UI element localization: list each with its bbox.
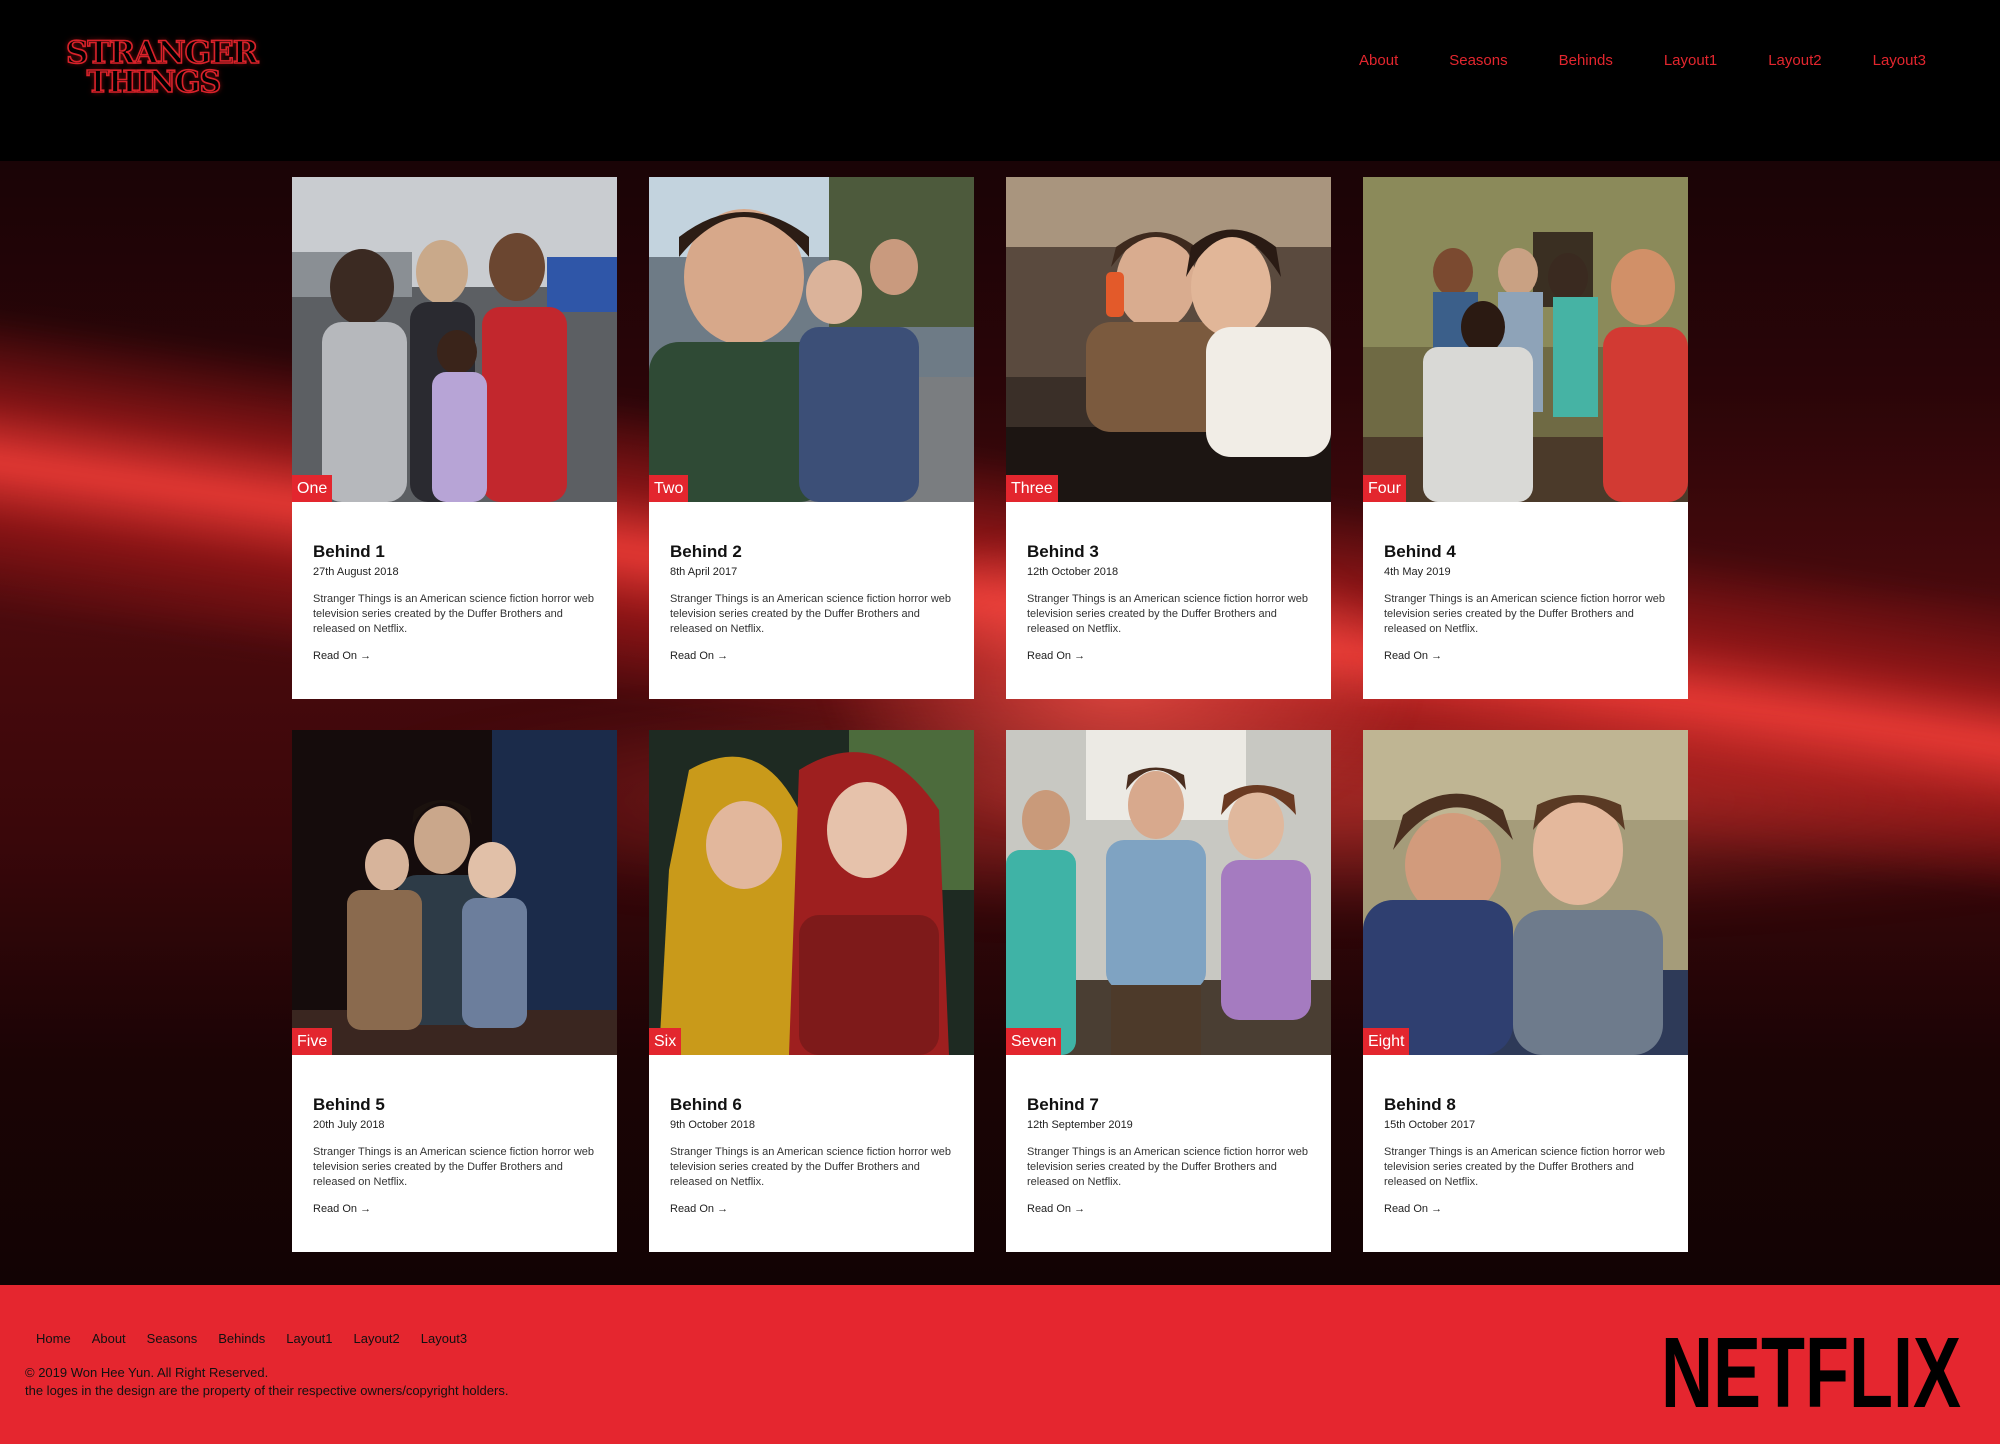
- copyright-text: © 2019 Won Hee Yun. All Right Reserved. …: [25, 1364, 508, 1400]
- card-description: Stranger Things is an American science f…: [1384, 593, 1666, 635]
- behind-card-3[interactable]: Three Behind 3 12th October 2018 Strange…: [1006, 177, 1331, 699]
- card-title[interactable]: Behind 3: [1027, 542, 1311, 562]
- netflix-logo-text: NETFLIX: [1661, 1327, 1961, 1415]
- behind-card-1[interactable]: One Behind 1 27th August 2018 Stranger T…: [292, 177, 617, 699]
- netflix-logo[interactable]: NETFLIX: [1660, 1327, 1962, 1415]
- behind-card-8[interactable]: Eight Behind 8 15th October 2017 Strange…: [1363, 730, 1688, 1252]
- card-number-badge: Six: [649, 1028, 682, 1055]
- behind-card-7[interactable]: Seven Behind 7 12th September 2019 Stran…: [1006, 730, 1331, 1252]
- behind-card-5[interactable]: Five Behind 5 20th July 2018 Stranger Th…: [292, 730, 617, 1252]
- card-number-badge: Four: [1363, 475, 1406, 502]
- footer-nav-seasons[interactable]: Seasons: [147, 1331, 198, 1346]
- behind-card-4[interactable]: Four Behind 4 4th May 2019 Stranger Thin…: [1363, 177, 1688, 699]
- card-number-badge: One: [292, 475, 333, 502]
- card-description: Stranger Things is an American science f…: [1027, 593, 1309, 635]
- behind-photo-7: [1006, 730, 1331, 1055]
- read-on-link[interactable]: Read On →: [1384, 1202, 1668, 1216]
- behind-photo-6: [649, 730, 974, 1055]
- card-date: 20th July 2018: [313, 1119, 385, 1131]
- site-footer: Home About Seasons Behinds Layout1 Layou…: [0, 1285, 2000, 1444]
- card-date: 12th October 2018: [1027, 566, 1119, 578]
- card-number-badge: Seven: [1006, 1028, 1062, 1055]
- read-on-link[interactable]: Read On →: [313, 649, 597, 663]
- card-date: 27th August 2018: [313, 566, 399, 578]
- card-description: Stranger Things is an American science f…: [313, 593, 595, 635]
- behind-photo-3: [1006, 177, 1331, 502]
- read-on-link[interactable]: Read On →: [1384, 649, 1668, 663]
- behind-photo-8: [1363, 730, 1688, 1055]
- behind-photo-1: [292, 177, 617, 502]
- card-title[interactable]: Behind 1: [313, 542, 597, 562]
- read-on-link[interactable]: Read On →: [670, 1202, 954, 1216]
- behind-photo-2: [649, 177, 974, 502]
- read-on-link[interactable]: Read On →: [670, 649, 954, 663]
- card-date: 12th September 2019: [1027, 1119, 1133, 1131]
- card-number-badge: Three: [1006, 475, 1058, 502]
- card-date: 15th October 2017: [1384, 1119, 1476, 1131]
- card-title[interactable]: Behind 8: [1384, 1095, 1668, 1115]
- footer-navigation: Home About Seasons Behinds Layout1 Layou…: [36, 1331, 488, 1346]
- card-description: Stranger Things is an American science f…: [313, 1146, 595, 1188]
- card-number-badge: Eight: [1363, 1028, 1410, 1055]
- card-description: Stranger Things is an American science f…: [670, 593, 952, 635]
- card-date: 9th October 2018: [670, 1119, 756, 1131]
- card-title[interactable]: Behind 6: [670, 1095, 954, 1115]
- card-title[interactable]: Behind 4: [1384, 542, 1668, 562]
- footer-nav-behinds[interactable]: Behinds: [218, 1331, 265, 1346]
- card-number-badge: Two: [649, 475, 689, 502]
- footer-nav-about[interactable]: About: [92, 1331, 126, 1346]
- card-description: Stranger Things is an American science f…: [1027, 1146, 1309, 1188]
- footer-nav-layout2[interactable]: Layout2: [354, 1331, 400, 1346]
- footer-nav-home[interactable]: Home: [36, 1331, 71, 1346]
- read-on-link[interactable]: Read On →: [1027, 1202, 1311, 1216]
- behind-photo-5: [292, 730, 617, 1055]
- read-on-link[interactable]: Read On →: [313, 1202, 597, 1216]
- card-description: Stranger Things is an American science f…: [1384, 1146, 1666, 1188]
- card-date: 8th April 2017: [670, 566, 738, 578]
- card-description: Stranger Things is an American science f…: [670, 1146, 952, 1188]
- card-date: 4th May 2019: [1384, 566, 1451, 578]
- read-on-link[interactable]: Read On →: [1027, 649, 1311, 663]
- card-title[interactable]: Behind 5: [313, 1095, 597, 1115]
- copyright-line: © 2019 Won Hee Yun. All Right Reserved.: [25, 1365, 269, 1380]
- card-number-badge: Five: [292, 1028, 333, 1055]
- behind-card-6[interactable]: Six Behind 6 9th October 2018 Stranger T…: [649, 730, 974, 1252]
- trademark-notice: the loges in the design are the property…: [25, 1383, 509, 1398]
- behind-cards-grid: One Behind 1 27th August 2018 Stranger T…: [0, 0, 2000, 1444]
- footer-nav-layout1[interactable]: Layout1: [286, 1331, 332, 1346]
- card-title[interactable]: Behind 2: [670, 542, 954, 562]
- behind-card-2[interactable]: Two Behind 2 8th April 2017 Stranger Thi…: [649, 177, 974, 699]
- card-title[interactable]: Behind 7: [1027, 1095, 1311, 1115]
- footer-nav-layout3[interactable]: Layout3: [421, 1331, 467, 1346]
- behind-photo-4: [1363, 177, 1688, 502]
